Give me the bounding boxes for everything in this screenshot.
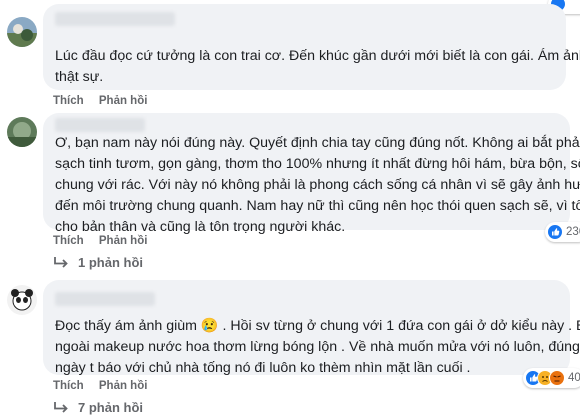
replies-count-label: 7 phản hồi — [78, 400, 143, 415]
comment-text-line: thật sự. — [55, 69, 104, 85]
comment-actions: Thích Phản hồi — [53, 95, 159, 107]
comment-actions: Thích Phản hồi — [53, 235, 159, 247]
author-name[interactable] — [55, 118, 145, 132]
reply-arrow-icon — [54, 256, 68, 268]
reaction-badge[interactable]: 40 — [523, 368, 580, 388]
avatar[interactable] — [7, 17, 37, 47]
comment-bubble: Lúc đầu đọc cứ tưởng là con trai cơ. Đến… — [43, 4, 580, 90]
comment-text-line: ngày t báo với chủ nhà tống nó đi luôn k… — [55, 360, 471, 376]
reply-button[interactable]: Phản hồi — [99, 380, 148, 392]
like-icon — [547, 224, 563, 240]
reply-button[interactable]: Phản hồi — [99, 235, 148, 247]
comment-text-line: chung với rác. Với này nó không phải là … — [55, 177, 580, 193]
reaction-count: 40 — [568, 372, 580, 384]
comment-text-line: Đọc thấy ám ảnh giùm 😢 . Hồi sv từng ở c… — [55, 318, 580, 334]
like-button[interactable]: Thích — [53, 95, 84, 107]
reaction-count: 236 — [566, 226, 580, 238]
reply-button[interactable]: Phản hồi — [99, 95, 148, 107]
comment-text-line: sạch tinh tươm, gọn gàng, thơm tho 100% … — [55, 156, 580, 172]
comment-bubble: Đọc thấy ám ảnh giùm 😢 . Hồi sv từng ở c… — [43, 280, 580, 376]
comment-text-line: đến môi trường chung quanh. Nam hay nữ t… — [55, 198, 580, 214]
author-name[interactable] — [55, 292, 155, 306]
reply-arrow-icon — [54, 401, 68, 413]
like-button[interactable]: Thích — [53, 380, 84, 392]
avatar[interactable] — [7, 117, 37, 147]
view-replies-link[interactable]: 7 phản hồi — [52, 400, 143, 415]
angry-icon — [549, 370, 565, 386]
like-button[interactable]: Thích — [53, 235, 84, 247]
view-replies-link[interactable]: 1 phản hồi — [52, 255, 143, 270]
comment-text-line: ngoài makeup nước hoa thơm lừng bóng lộn… — [55, 339, 580, 355]
replies-count-label: 1 phản hồi — [78, 255, 143, 270]
comment-bubble: Ơ, bạn nam này nói đúng này. Quyết định … — [43, 113, 580, 235]
comment-text-line: Lúc đầu đọc cứ tưởng là con trai cơ. Đến… — [55, 48, 580, 64]
avatar[interactable] — [7, 285, 37, 315]
author-name[interactable] — [55, 12, 175, 26]
reaction-badge[interactable]: 236 — [545, 222, 580, 242]
comment-text-line: Ơ, bạn nam này nói đúng này. Quyết định … — [55, 135, 580, 151]
comment-actions: Thích Phản hồi — [53, 380, 159, 392]
